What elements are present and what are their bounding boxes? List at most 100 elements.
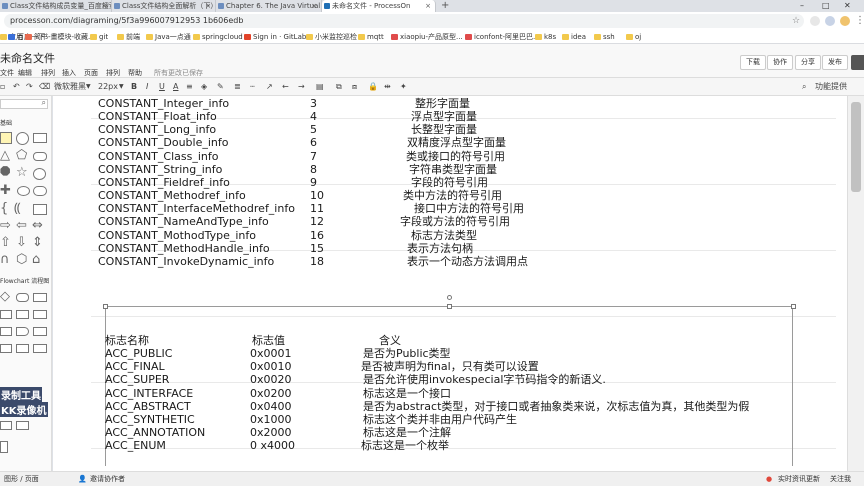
align-icon[interactable]: ≡ [186,78,193,96]
rotate-handle[interactable] [447,295,452,300]
manual-input-shape[interactable] [33,310,47,319]
bookmark-item[interactable]: iconfont-阿里巴巴... [465,30,540,44]
bookmark-item[interactable]: 小米监控巡检 [306,30,357,44]
arrow-right-shape[interactable]: ⇨ [0,219,11,233]
terminator-shape[interactable] [16,293,29,302]
merge-shape[interactable] [16,421,29,430]
menu-file[interactable]: 文件 [0,68,14,78]
bookmark-item[interactable]: oj [626,30,641,44]
clear-format-icon[interactable]: ⌫ [39,78,50,96]
oval-shape[interactable] [17,186,30,196]
loop-limit-shape[interactable] [16,344,29,353]
vertical-scrollbar[interactable] [847,96,864,471]
decision-shape[interactable]: ◇ [0,290,10,304]
font-family-select[interactable]: 微软雅黑 [54,78,86,96]
menu-arrange[interactable]: 排列 [41,68,55,78]
collaborate-button[interactable]: 协作 [767,55,793,70]
connector-icon[interactable]: ↗ [266,78,273,96]
shape-search-input[interactable]: ⌕ [0,98,48,109]
menu-help[interactable]: 帮助 [128,68,142,78]
redo-icon[interactable]: ↷ [26,78,33,96]
close-tab-icon[interactable]: × [311,0,317,12]
fill-color-icon[interactable]: ◈ [201,78,207,96]
menu-arrange-2[interactable]: 排列 [106,68,120,78]
font-color-button[interactable]: A [173,78,178,96]
line-width-icon[interactable]: ≣ [234,78,241,96]
ellipse-shape[interactable] [33,168,46,180]
circle-shape[interactable] [16,132,29,145]
close-tab-icon[interactable]: × [425,0,431,12]
menu-insert[interactable]: 插入 [62,68,76,78]
bookmark-item[interactable]: k8s [535,30,556,44]
distribute-icon[interactable]: ⇹ [384,78,391,96]
end-arrow-icon[interactable]: → [298,78,305,96]
user-add-icon[interactable]: 👤 [78,472,87,486]
note-shape[interactable] [0,132,12,144]
rectangle-shape[interactable] [33,133,47,143]
banner-shape[interactable]: ⌂ [32,253,40,267]
brace-shape[interactable]: ⸨ [14,202,21,216]
hexagon-shape[interactable]: ⬡ [16,253,27,267]
new-tab-button[interactable]: + [441,0,449,12]
format-painter-icon[interactable]: ▫ [0,78,5,96]
arrow-up-shape[interactable]: ⇧ [0,236,11,250]
bookmark-item[interactable]: 简书-畫模块-收藏... [25,30,95,44]
feature-label[interactable]: 功能提供 [815,78,847,96]
page-switcher[interactable]: 图形 / 页面 [4,472,39,486]
menu-page[interactable]: 页面 [84,68,98,78]
basic-shapes-heading[interactable]: 基础 [0,118,12,127]
realtime-news-link[interactable]: 实时资讯更新 [778,472,820,486]
process-shape[interactable] [33,293,47,302]
arrow-updown-shape[interactable]: ⇕ [32,236,43,250]
address-bar[interactable]: processon.com/diagraming/5f3a99600791295… [4,14,804,28]
database-shape[interactable] [0,327,12,336]
follow-link[interactable]: 关注我 [830,472,851,486]
bookmark-item[interactable]: Java一点通 [146,30,191,44]
resize-handle[interactable] [103,304,108,309]
document-title[interactable]: 未命名文件 [0,50,55,66]
document-shape[interactable] [33,204,47,215]
bookmark-item[interactable]: springcloud [193,30,243,44]
bookmark-item[interactable]: xiaopiu-产品原型... [391,30,463,44]
star-shape[interactable]: ☆ [16,166,28,180]
bold-button[interactable]: B [131,78,137,96]
undo-icon[interactable]: ↶ [13,78,20,96]
resize-handle[interactable] [791,304,796,309]
bookmark-item[interactable]: idea [562,30,586,44]
rounded-rect-shape[interactable] [33,152,47,161]
scrollbar-thumb[interactable] [851,102,861,192]
manual-op-shape[interactable] [33,344,47,353]
font-size-select[interactable]: 22px [98,78,118,96]
display-shape[interactable] [0,344,12,353]
resize-handle[interactable] [447,304,452,309]
download-button[interactable]: 下载 [740,55,766,70]
italic-button[interactable]: I [146,78,148,96]
bookmark-item[interactable]: mqtt [358,30,384,44]
bookmark-item[interactable]: Sign in · GitLab [244,30,306,44]
bookmark-star-icon[interactable]: ☆ [792,14,800,28]
close-tab-icon[interactable]: × [205,0,211,12]
invite-collaborators-link[interactable]: 邀请协作者 [90,472,125,486]
ungroup-icon[interactable]: ⧈ [352,78,357,96]
bookmark-item[interactable]: ssh [594,30,615,44]
triangle-shape[interactable]: △ [0,149,10,163]
browser-tab-4[interactable]: 未命名文件 - ProcessOn × [322,0,436,12]
extension-icon[interactable] [810,16,820,26]
browser-tab-3[interactable]: Chapter 6. The Java Virtual Ma × [216,0,322,12]
storage-shape[interactable] [0,421,12,430]
style-icon[interactable]: ✦ [400,78,407,96]
offpage-shape[interactable] [0,441,8,453]
underline-button[interactable]: U [159,78,165,96]
line-style-icon[interactable]: ┄ [250,78,255,96]
data-shape[interactable] [16,310,29,319]
search-icon[interactable]: ⌕ [802,78,806,96]
avatar[interactable] [851,55,864,70]
publish-button[interactable]: 发布 [822,55,848,70]
bracket-left-shape[interactable]: { [0,202,8,216]
octagon-shape[interactable]: ⯃ [0,166,10,180]
menu-edit[interactable]: 编辑 [18,68,32,78]
maximize-icon[interactable]: □ [822,0,830,12]
browser-tab-2[interactable]: Class文件结构全面解析（下） × [112,0,216,12]
arrow-down-shape[interactable]: ⇩ [16,236,27,250]
cross-shape[interactable]: ✚ [0,184,11,198]
